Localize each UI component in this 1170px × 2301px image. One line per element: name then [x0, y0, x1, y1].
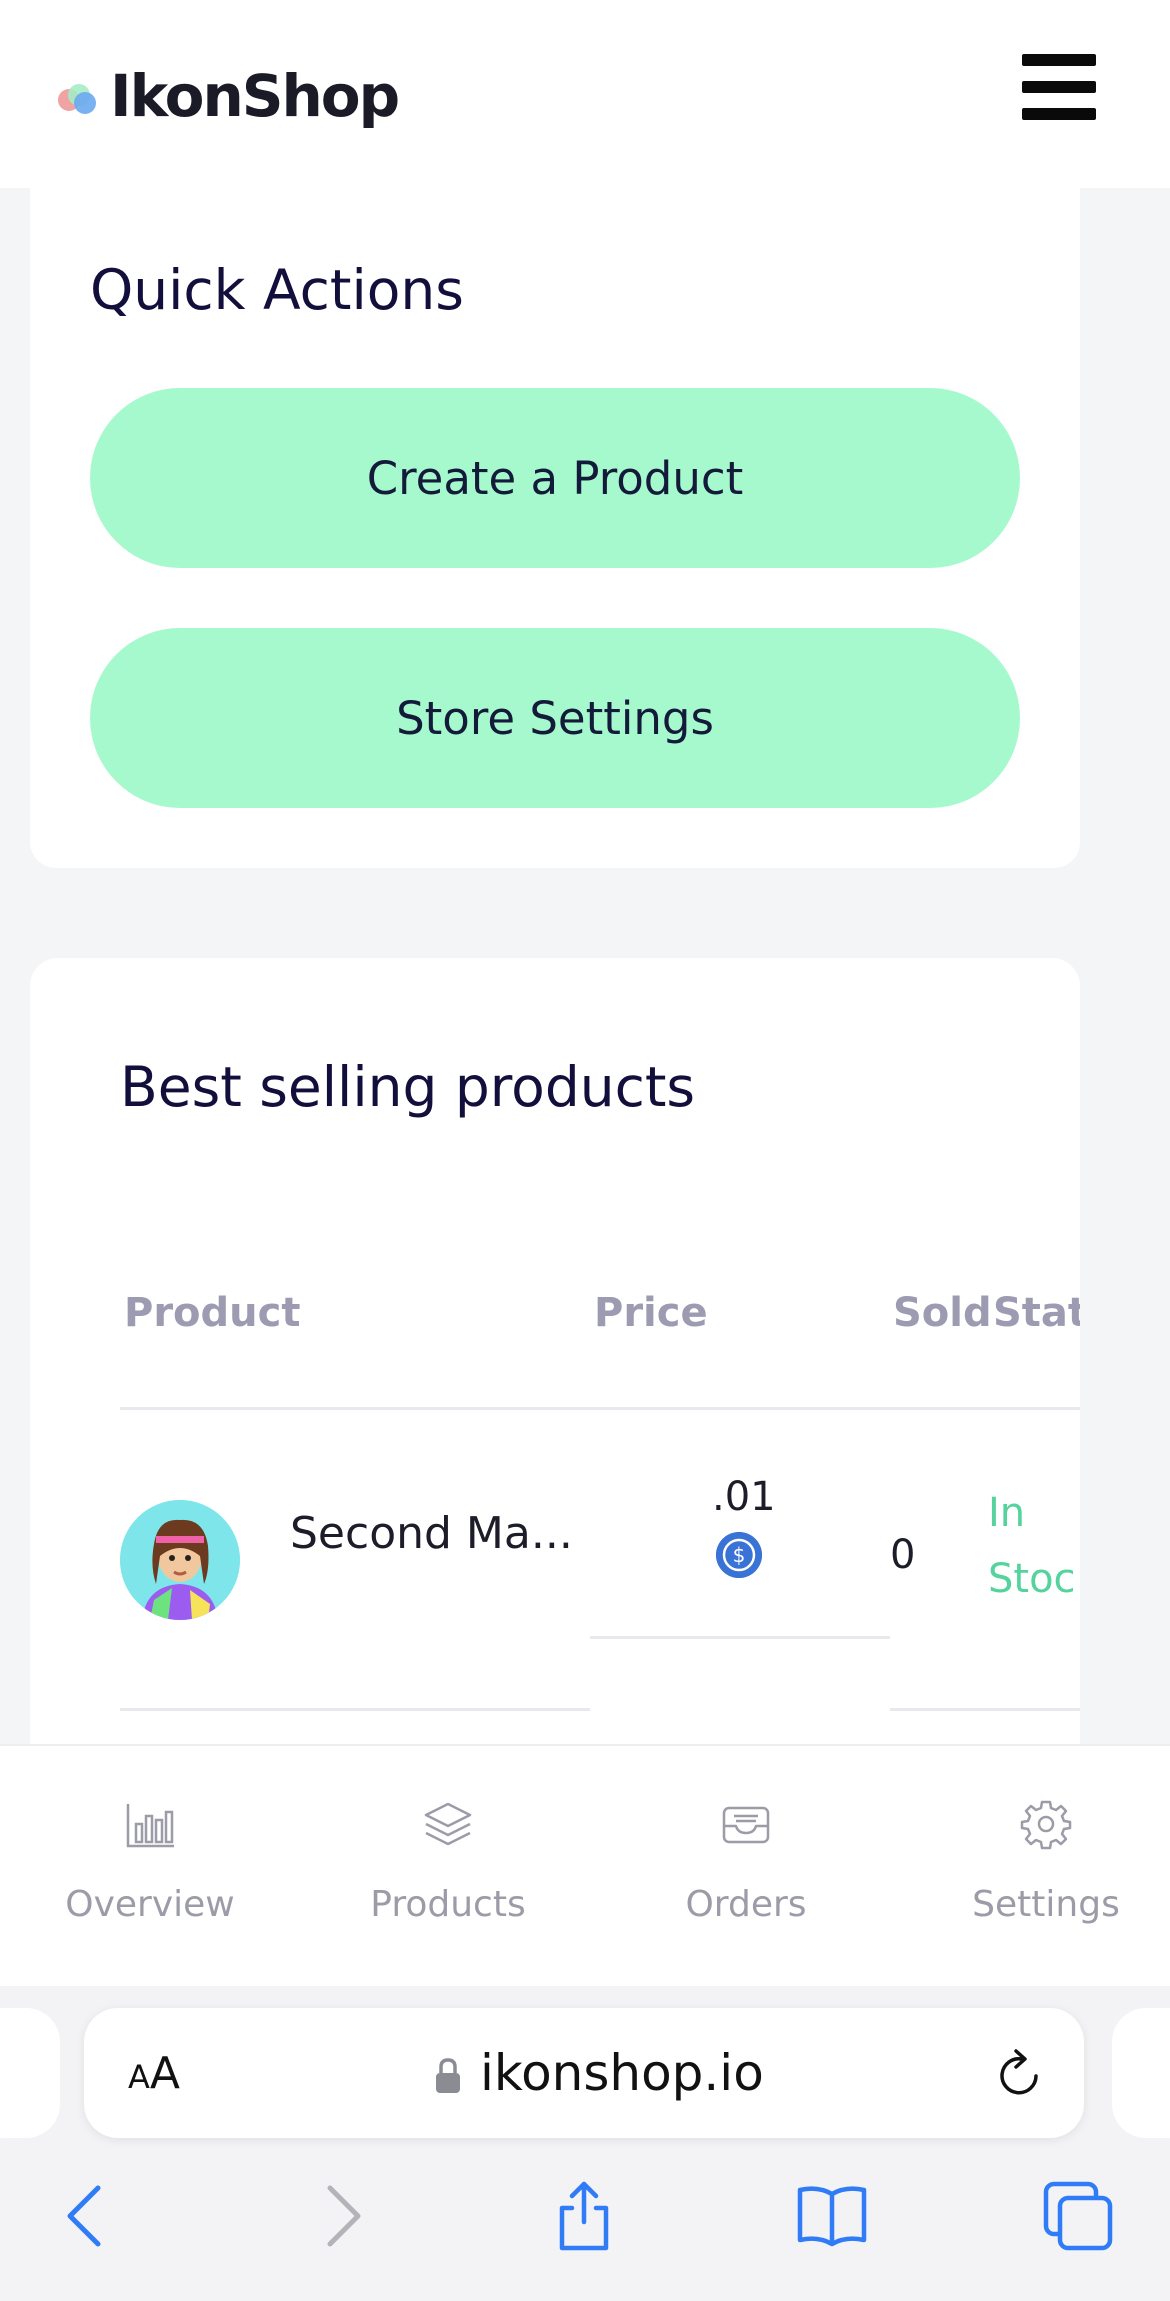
forward-arrow-icon[interactable] — [304, 2180, 376, 2252]
tabs-icon[interactable] — [1042, 2180, 1114, 2252]
logo-text[interactable]: IkonShop — [110, 62, 400, 130]
bookmarks-icon[interactable] — [796, 2180, 868, 2252]
bottom-tab-bar: Overview Products Orders Settings — [0, 1744, 1170, 1988]
app-header: IkonShop — [0, 0, 1170, 188]
column-header-product: Product — [124, 1290, 301, 1336]
next-tab-card[interactable] — [1112, 2008, 1170, 2138]
best-selling-title: Best selling products — [120, 1055, 696, 1119]
product-price: .01 — [712, 1474, 776, 1520]
tab-products-label: Products — [370, 1884, 526, 1925]
usdc-coin-icon: $ — [716, 1532, 762, 1578]
lock-icon — [436, 2058, 460, 2093]
logo-icon — [58, 82, 102, 118]
url-text[interactable]: ikonshop.io — [480, 2044, 764, 2102]
status-badge: In Stoc — [988, 1480, 1080, 1612]
layers-icon — [424, 1802, 472, 1846]
tab-orders-label: Orders — [685, 1884, 807, 1925]
bar-chart-icon — [126, 1804, 174, 1848]
store-settings-button[interactable]: Store Settings — [90, 628, 1020, 808]
header-divider — [120, 1407, 1080, 1410]
gear-icon — [1020, 1800, 1072, 1850]
product-name[interactable]: Second Ma... — [290, 1508, 573, 1559]
product-sold: 0 — [890, 1532, 916, 1578]
row-divider — [120, 1708, 590, 1711]
tab-orders[interactable]: Orders — [600, 1746, 892, 1986]
create-product-button[interactable]: Create a Product — [90, 388, 1020, 568]
tab-settings-label: Settings — [972, 1884, 1120, 1925]
column-header-sold: Sold — [893, 1290, 992, 1336]
tab-products[interactable]: Products — [302, 1746, 594, 1986]
tab-overview[interactable]: Overview — [4, 1746, 296, 1986]
back-arrow-icon[interactable] — [52, 2180, 124, 2252]
quick-actions-title: Quick Actions — [90, 258, 464, 322]
inbox-icon — [722, 1806, 770, 1844]
tab-settings[interactable]: Settings — [900, 1746, 1170, 1986]
status-line-1: In — [988, 1490, 1026, 1536]
svg-text:$: $ — [733, 1543, 746, 1567]
product-avatar — [120, 1500, 240, 1620]
row-divider-right — [890, 1708, 1080, 1711]
hamburger-menu-icon[interactable] — [1022, 54, 1096, 120]
status-line-2: Stoc — [988, 1556, 1076, 1602]
reload-icon[interactable] — [992, 2046, 1046, 2102]
column-header-status: Stat — [993, 1290, 1080, 1336]
previous-tab-card[interactable] — [0, 2008, 60, 2138]
tab-overview-label: Overview — [65, 1884, 235, 1925]
column-header-price: Price — [594, 1290, 708, 1336]
share-icon[interactable] — [548, 2180, 620, 2252]
price-cell-divider — [590, 1636, 890, 1639]
reader-text-size-button[interactable]: AA — [128, 2048, 180, 2099]
